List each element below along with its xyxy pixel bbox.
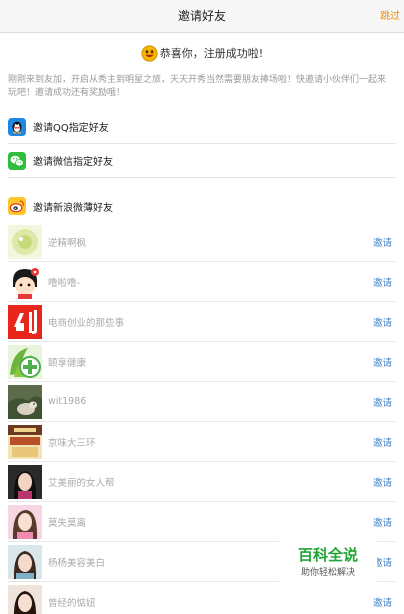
- invite-weibo-friends-button[interactable]: 邀请新浪微薄好友: [8, 189, 396, 223]
- friend-row: 电商创业的那些事 邀请: [8, 302, 396, 342]
- friend-row: 京味大三环 邀请: [8, 422, 396, 462]
- friend-avatar: [8, 464, 42, 499]
- friend-avatar: [8, 264, 42, 299]
- smiley-face-icon: [141, 44, 158, 62]
- invite-qq-friends-button[interactable]: 邀请QQ指定好友: [8, 110, 396, 144]
- friend-name: 噜啦噜-: [48, 277, 80, 289]
- friend-row: 艾美丽的女人帮 邀请: [8, 462, 396, 502]
- friend-avatar: [8, 384, 42, 419]
- friend-avatar: [8, 344, 42, 379]
- invite-button[interactable]: 邀请: [373, 475, 392, 489]
- friend-avatar: [8, 224, 42, 259]
- friend-avatar: [8, 544, 42, 579]
- friend-row: 噜啦噜- 邀请: [8, 262, 396, 302]
- invite-description: 刚刚来到友加，开启从秀主到明星之旅，天天开秀当然需要朋友捧场啦！快邀请小伙伴们一…: [8, 75, 387, 98]
- friend-row: 逆精啊枫 邀请: [8, 222, 396, 262]
- qq-icon: [8, 117, 26, 136]
- friend-avatar: [8, 585, 42, 614]
- friend-name: 逆精啊枫: [48, 237, 87, 249]
- invite-qq-label: 邀请QQ指定好友: [33, 123, 109, 134]
- invite-button[interactable]: 邀请: [373, 595, 392, 609]
- watermark-subtitle: 助你轻松解决: [300, 568, 355, 578]
- invite-button[interactable]: 邀请: [373, 275, 392, 289]
- wechat-icon: [8, 151, 26, 170]
- friend-name: 莫失莫离: [48, 517, 87, 529]
- page-title: 邀请好友: [177, 9, 226, 23]
- invite-wechat-friends-button[interactable]: 邀请微信指定好友: [8, 144, 396, 178]
- invite-button[interactable]: 邀请: [373, 395, 392, 409]
- invite-button[interactable]: 邀请: [373, 435, 392, 449]
- friend-name: 电商创业的那些事: [48, 317, 125, 329]
- friend-name: 颐享健康: [48, 357, 87, 369]
- friend-row: wit1986 邀请: [8, 382, 396, 422]
- friend-name: 曾经的惦妞: [48, 598, 96, 609]
- invite-button[interactable]: 邀请: [373, 355, 392, 369]
- congratulations-text: 恭喜你，注册成功啦!: [159, 47, 264, 60]
- invite-wechat-label: 邀请微信指定好友: [33, 157, 113, 168]
- skip-button[interactable]: 跳过: [380, 0, 400, 33]
- congratulations-banner: 恭喜你，注册成功啦!: [0, 44, 404, 62]
- friend-avatar: [8, 504, 42, 539]
- friend-name: 京味大三环: [48, 437, 96, 449]
- invite-button[interactable]: 邀请: [373, 235, 392, 249]
- friend-avatar: [8, 304, 42, 339]
- friend-name: 艾美丽的女人帮: [48, 477, 115, 489]
- friend-row: 颐享健康 邀请: [8, 342, 396, 382]
- friend-row: 曾经的惦妞 邀请: [8, 582, 396, 614]
- top-navigation-bar: 邀请好友 跳过: [0, 0, 404, 33]
- watermark-title: 百科全说: [297, 546, 358, 564]
- watermark-logo: 百科全说 助你轻松解决: [279, 540, 377, 586]
- friend-name: wit1986: [48, 396, 87, 407]
- weibo-icon: [8, 197, 26, 215]
- friend-avatar: [8, 424, 42, 459]
- friend-row: 莫失莫离 邀请: [8, 502, 396, 542]
- invite-weibo-label: 邀请新浪微薄好友: [33, 202, 113, 214]
- invite-button[interactable]: 邀请: [373, 315, 392, 329]
- invite-button[interactable]: 邀请: [373, 515, 392, 529]
